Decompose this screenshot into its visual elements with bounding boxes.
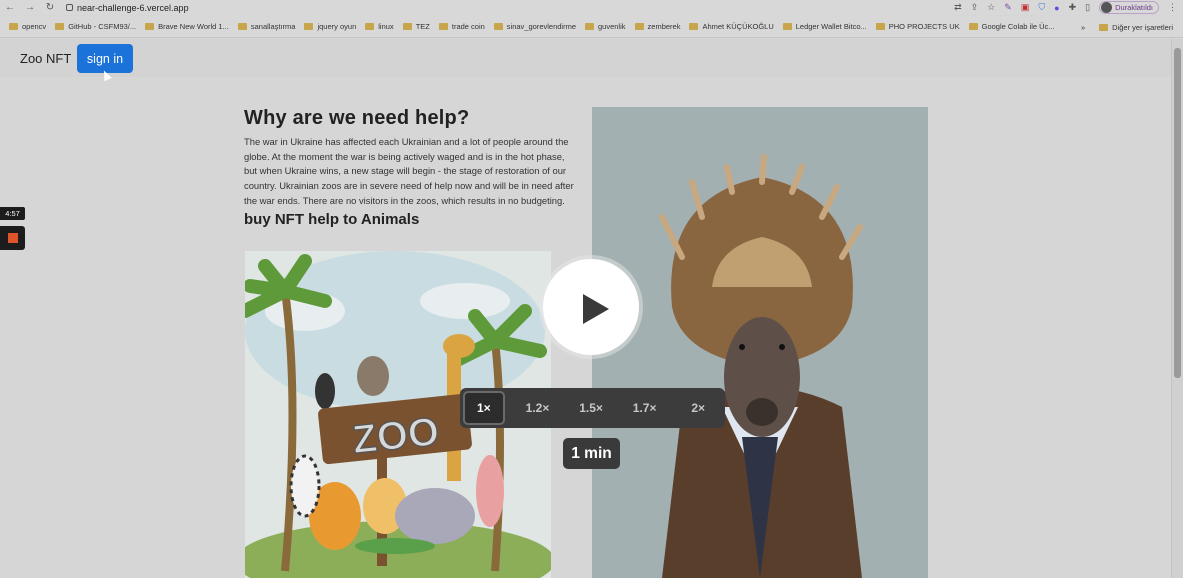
- bookmark-item[interactable]: Ahmet KÜÇÜKOĞLU: [689, 22, 774, 31]
- speed-option[interactable]: 1.5×: [564, 391, 618, 425]
- bookmark-item[interactable]: Brave New World 1...: [145, 22, 229, 31]
- bookmark-folder-icon: [634, 23, 644, 30]
- url-field[interactable]: near-challenge-6.vercel.app: [66, 3, 189, 13]
- more-bookmarks-icon[interactable]: »: [1081, 23, 1085, 32]
- bookmark-folder-icon: [875, 23, 885, 30]
- bookmark-item[interactable]: PHO PROJECTS UK: [875, 22, 960, 31]
- bookmark-item[interactable]: TEZ: [402, 22, 430, 31]
- video-duration: 1 min: [563, 438, 620, 469]
- speed-option[interactable]: 1.2×: [511, 391, 565, 425]
- back-icon[interactable]: ←: [0, 2, 20, 13]
- bookmark-label: PHO PROJECTS UK: [888, 22, 960, 31]
- profile-button[interactable]: Duraklatıldı: [1099, 1, 1159, 14]
- browser-window: ← → ↻ near-challenge-6.vercel.app ⇄ ⇪ ☆ …: [0, 0, 1183, 578]
- bookmark-label: sinav_gorevlendirme: [506, 22, 576, 31]
- lock-icon: [66, 4, 73, 11]
- bookmark-label: zemberek: [647, 22, 681, 31]
- bookmark-folder-icon: [304, 23, 314, 30]
- bookmark-label: Brave New World 1...: [158, 22, 229, 31]
- bookmark-label: jquery oyun: [317, 22, 357, 31]
- bookmark-folder-icon: [782, 23, 792, 30]
- help-paragraph: The war in Ukraine has affected each Ukr…: [244, 136, 574, 206]
- star-icon[interactable]: ☆: [987, 2, 995, 13]
- address-bar: ← → ↻ near-challenge-6.vercel.app ⇄ ⇪ ☆ …: [0, 0, 1183, 15]
- bookmark-label: opencv: [22, 22, 47, 31]
- translate-icon[interactable]: ⇄: [954, 2, 962, 13]
- scrollbar-thumb[interactable]: [1174, 48, 1181, 378]
- bookmark-label: Ahmet KÜÇÜKOĞLU: [702, 22, 774, 31]
- bookmark-item[interactable]: guvenlik: [585, 22, 626, 31]
- bookmark-label: Ledger Wallet Bitco...: [795, 22, 867, 31]
- reload-icon[interactable]: ↻: [40, 2, 60, 13]
- shield-icon[interactable]: ⛉: [1038, 2, 1045, 13]
- profile-label: Duraklatıldı: [1115, 3, 1153, 12]
- animal-nft-gif: [592, 107, 928, 578]
- stop-icon: [8, 233, 18, 243]
- brand[interactable]: Zoo NFT: [20, 51, 71, 66]
- stop-recording-button[interactable]: [0, 226, 25, 250]
- bookmark-folder-icon: [968, 23, 978, 30]
- bookmark-label: linux: [378, 22, 394, 31]
- bookmark-label: trade coin: [451, 22, 485, 31]
- bookmark-item[interactable]: sanallaştırma: [237, 22, 296, 31]
- bookmark-folder-icon: [1099, 23, 1109, 31]
- bookmark-item[interactable]: GitHub - CSFM93/...: [55, 22, 136, 31]
- bookmark-folder-icon: [402, 23, 412, 30]
- speed-option[interactable]: 1.7×: [618, 391, 672, 425]
- bookmark-item[interactable]: zemberek: [634, 22, 681, 31]
- extension-badge-icon[interactable]: ●: [1054, 3, 1059, 13]
- bookmark-label: Google Colab ile Üc...: [981, 22, 1055, 31]
- menu-icon[interactable]: ⋮: [1168, 2, 1177, 13]
- site-navbar: Zoo NFT sign in: [0, 39, 1171, 82]
- play-icon: [583, 294, 609, 324]
- forward-icon[interactable]: →: [20, 2, 40, 13]
- bookmark-folder-icon: [145, 23, 155, 30]
- bookmark-label: sanallaştırma: [250, 22, 296, 31]
- pen-icon[interactable]: ✎: [1004, 2, 1012, 13]
- bookmark-label: TEZ: [415, 22, 430, 31]
- bookmark-item[interactable]: linux: [365, 22, 394, 31]
- recording-timer: 4:57: [0, 207, 25, 220]
- bookmark-item[interactable]: Google Colab ile Üc...: [968, 22, 1055, 31]
- url-text: near-challenge-6.vercel.app: [77, 2, 189, 13]
- bookmark-label: GitHub - CSFM93/...: [68, 22, 137, 31]
- bookmark-item[interactable]: opencv: [9, 22, 46, 31]
- bookmark-folder-icon: [585, 23, 594, 30]
- extension-icon[interactable]: ▣: [1021, 2, 1030, 13]
- bookmark-folder-icon: [9, 23, 18, 30]
- bookmark-folder-icon: [493, 23, 503, 30]
- help-section: Why are we need help? The war in Ukraine…: [244, 107, 574, 228]
- puzzle-icon[interactable]: ✚: [1069, 2, 1077, 13]
- bookmark-folder-icon: [365, 23, 375, 30]
- other-bookmarks-label: Diğer yer işaretleri: [1112, 22, 1173, 32]
- zoo-sign-text: ZOO: [350, 410, 441, 463]
- page-title: Why are we need help?: [244, 107, 470, 129]
- bookmark-item[interactable]: trade coin: [438, 22, 485, 31]
- play-button[interactable]: [543, 259, 639, 355]
- bookmark-label: guvenlik: [598, 22, 626, 31]
- other-bookmarks[interactable]: » Diğer yer işaretleri: [1081, 16, 1173, 37]
- bookmark-item[interactable]: Ledger Wallet Bitco...: [782, 22, 867, 31]
- bookmark-folder-icon: [689, 23, 699, 30]
- bookmarks-bar: opencv GitHub - CSFM93/... Brave New World…: [0, 16, 1183, 38]
- bookmark-folder-icon: [438, 23, 448, 30]
- playback-speed-selector: 1× 1.2× 1.5× 1.7× 2×: [460, 388, 725, 428]
- bookmark-folder-icon: [55, 23, 65, 30]
- nft-subheading: buy NFT help to Animals: [244, 210, 420, 228]
- scrollbar[interactable]: [1171, 39, 1183, 578]
- avatar: [1101, 2, 1113, 13]
- speed-option[interactable]: 2×: [671, 391, 725, 425]
- speed-option[interactable]: 1×: [463, 391, 505, 425]
- share-icon[interactable]: ⇪: [971, 2, 979, 13]
- bookmark-item[interactable]: jquery oyun: [304, 22, 356, 31]
- browser-toolbar: ⇄ ⇪ ☆ ✎ ▣ ⛉ ● ✚ ▯ Duraklatıldı ⋮: [954, 0, 1177, 15]
- bookmark-folder-icon: [237, 23, 247, 30]
- sidepanel-icon[interactable]: ▯: [1085, 2, 1090, 13]
- bookmark-item[interactable]: sinav_gorevlendirme: [493, 22, 576, 31]
